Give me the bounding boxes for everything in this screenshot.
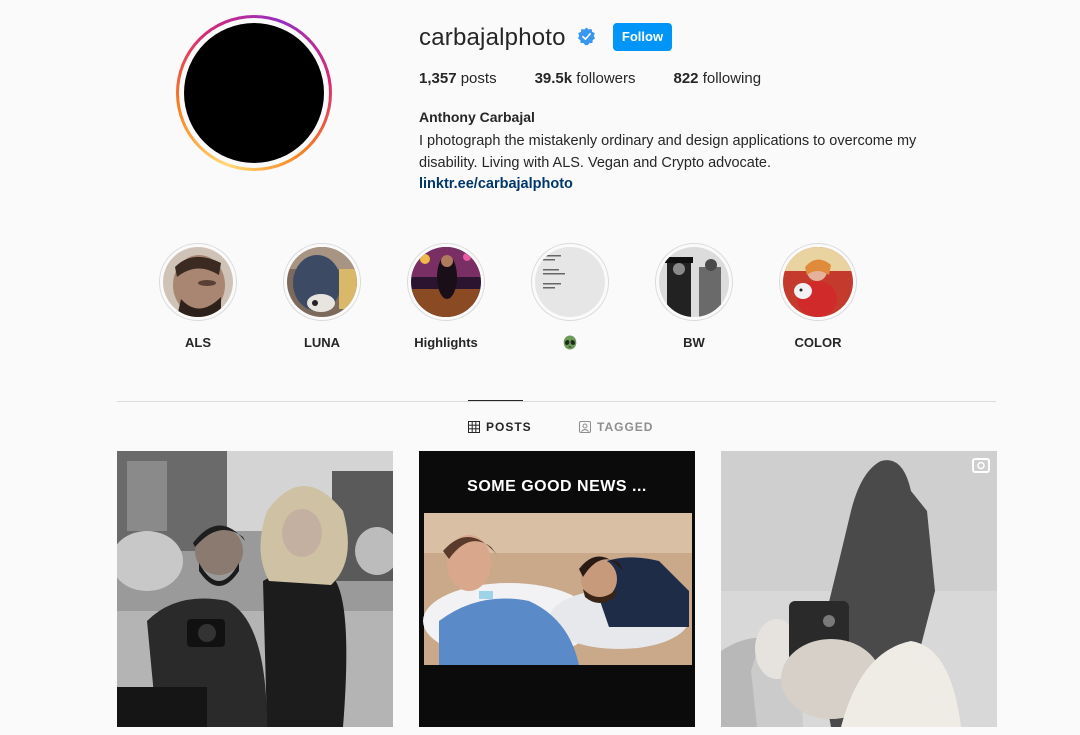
tab-posts[interactable]: POSTS bbox=[468, 420, 532, 434]
profile-full-name: Anthony Carbajal bbox=[419, 109, 535, 125]
highlight-als[interactable]: ALS bbox=[158, 243, 238, 351]
tab-tagged[interactable]: TAGGED bbox=[579, 420, 653, 434]
followers-count: 39.5k bbox=[534, 70, 573, 87]
highlight-ring bbox=[655, 243, 733, 321]
highlight-label: Highlights bbox=[414, 335, 478, 350]
tab-active-indicator bbox=[468, 400, 523, 401]
posts-label: posts bbox=[460, 70, 497, 87]
highlight-ring bbox=[407, 243, 485, 321]
highlight-label: LUNA bbox=[303, 335, 341, 350]
follow-button[interactable]: Follow bbox=[613, 23, 672, 51]
profile-stats: 1,357 posts 39.5k followers 822 followin… bbox=[419, 70, 799, 87]
profile-link[interactable]: linktr.ee/carbajalphoto bbox=[419, 176, 573, 192]
post-image: SOME GOOD NEWS ... bbox=[419, 451, 695, 727]
profile-divider bbox=[117, 401, 996, 402]
highlight-ring bbox=[159, 243, 237, 321]
tab-posts-label: POSTS bbox=[486, 420, 532, 434]
highlight-color[interactable]: COLOR bbox=[778, 243, 858, 351]
following-label: following bbox=[702, 70, 762, 87]
highlight-label: ALS bbox=[185, 335, 211, 350]
posts-count: 1,357 bbox=[419, 70, 457, 87]
highlight-thumbnail bbox=[287, 247, 357, 317]
highlight-label: BW bbox=[683, 335, 705, 350]
highlight-label: COLOR bbox=[794, 335, 842, 350]
post-image bbox=[117, 451, 393, 727]
highlight-ring bbox=[283, 243, 361, 321]
followers-stat[interactable]: 39.5k followers bbox=[535, 70, 636, 87]
bio-line: I photograph the mistakenly ordinary and… bbox=[419, 133, 917, 149]
profile-username: carbajalphoto bbox=[419, 24, 566, 51]
followers-label: followers bbox=[576, 70, 636, 87]
highlight-thumbnail bbox=[783, 247, 853, 317]
highlight-ring bbox=[531, 243, 609, 321]
grid-icon bbox=[468, 421, 480, 433]
highlight-thumbnail bbox=[411, 247, 481, 317]
profile-bio: I photograph the mistakenly ordinary and… bbox=[419, 130, 979, 174]
post-overlay-text: SOME GOOD NEWS ... bbox=[467, 478, 647, 495]
following-stat[interactable]: 822 following bbox=[673, 70, 761, 87]
verified-badge-icon bbox=[577, 27, 596, 46]
highlight-thumbnail bbox=[535, 247, 605, 317]
alien-emoji-icon bbox=[563, 335, 577, 350]
highlight-bw[interactable]: BW bbox=[654, 243, 734, 351]
highlight-highlights[interactable]: Highlights bbox=[406, 243, 486, 351]
highlight-luna[interactable]: LUNA bbox=[282, 243, 362, 351]
profile-avatar-ring[interactable] bbox=[176, 15, 332, 171]
tagged-user-icon bbox=[579, 421, 591, 433]
highlight-alien[interactable] bbox=[530, 243, 610, 351]
highlight-thumbnail bbox=[659, 247, 729, 317]
post-tile[interactable] bbox=[117, 451, 393, 727]
avatar[interactable] bbox=[184, 23, 324, 163]
highlight-ring bbox=[779, 243, 857, 321]
posts-stat: 1,357 posts bbox=[419, 70, 497, 87]
post-tile[interactable]: SOME GOOD NEWS ... bbox=[419, 451, 695, 727]
bio-line: disability. Living with ALS. Vegan and C… bbox=[419, 155, 771, 171]
post-image bbox=[721, 451, 997, 727]
tab-tagged-label: TAGGED bbox=[597, 420, 654, 434]
following-count: 822 bbox=[673, 70, 699, 87]
post-tile[interactable] bbox=[721, 451, 997, 727]
highlight-thumbnail bbox=[163, 247, 233, 317]
highlight-label bbox=[530, 335, 610, 351]
